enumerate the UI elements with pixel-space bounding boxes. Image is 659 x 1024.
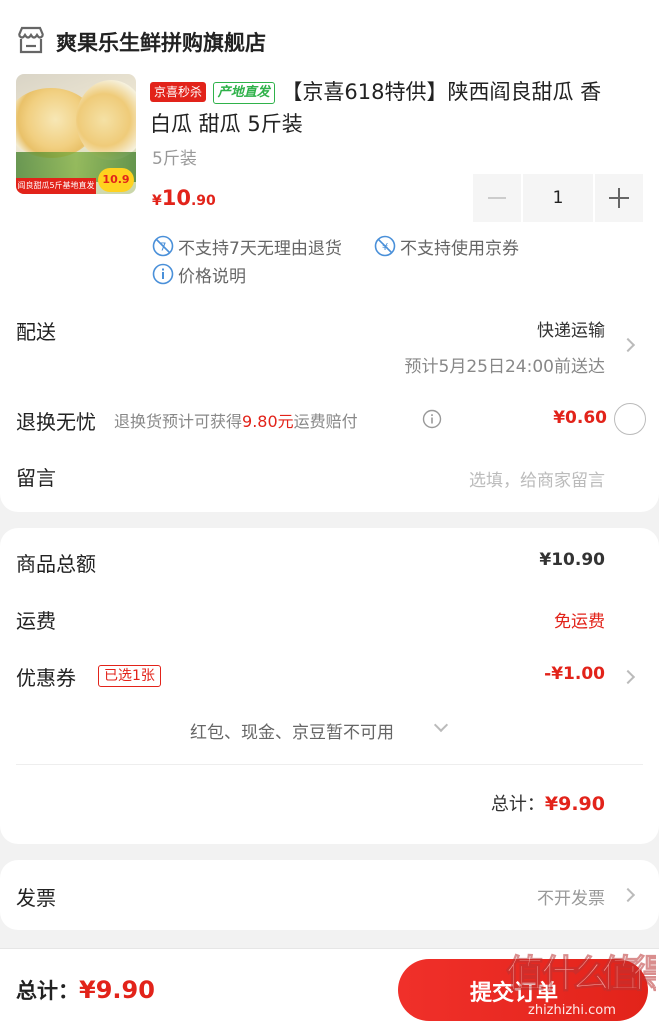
coupon-badge: 已选1张: [98, 665, 161, 687]
goods-total-value: ¥10.90: [539, 550, 605, 570]
product-title-line-1: 京喜秒杀 产地直发 【京喜618特供】陕西阎良甜瓜 香: [150, 76, 645, 108]
insurance-desc-prefix: 退换货预计可获得: [114, 412, 243, 431]
minus-icon: [488, 197, 506, 199]
insurance-label: 退换无忧: [16, 410, 96, 434]
price-decimal: .90: [190, 193, 216, 209]
goods-total-row: 商品总额 ¥10.90: [0, 548, 659, 578]
order-card: 爽果乐生鲜拼购旗舰店 阎良甜瓜5斤基地直发 10.9 京喜秒杀 产地直发 【京喜…: [0, 0, 659, 512]
price-integer: 10: [161, 186, 191, 210]
product-thumbnail[interactable]: 阎良甜瓜5斤基地直发 10.9: [16, 74, 136, 194]
no-return-text: 不支持7天无理由退货: [178, 239, 342, 259]
divider: [16, 764, 643, 765]
no-return-icon: 7: [152, 235, 174, 257]
summary-total-value: ¥9.90: [544, 793, 605, 815]
chevron-right-icon: [620, 887, 636, 903]
price-symbol: ¥: [152, 193, 162, 209]
freight-label: 运费: [16, 609, 56, 633]
delivery-eta: 预计5月25日24:00前送达: [404, 357, 605, 377]
insurance-checkbox[interactable]: [614, 403, 646, 435]
message-row[interactable]: 留言 选填，给商家留言: [0, 452, 659, 500]
product-title-text-1: 【京喜618特供】陕西阎良甜瓜 香: [281, 80, 602, 104]
insurance-desc-amount: 9.80元: [242, 412, 294, 431]
thumb-caption: 阎良甜瓜5斤基地直发: [16, 178, 96, 194]
decrease-button[interactable]: [473, 174, 521, 222]
invoice-label: 发票: [16, 886, 56, 910]
coupon-row[interactable]: 优惠券 已选1张 -¥1.00: [0, 662, 659, 692]
quantity-field[interactable]: 1: [523, 174, 593, 222]
insurance-desc-suffix: 运费赔付: [293, 412, 358, 431]
footer-total-label: 总计：: [16, 979, 79, 1003]
unavailable-toggle[interactable]: 红包、现金、京豆暂不可用: [190, 717, 460, 746]
goods-total-label: 商品总额: [16, 552, 96, 576]
freight-row: 运费 免运费: [0, 605, 659, 635]
product-spec: 5斤装: [152, 149, 197, 169]
invoice-card[interactable]: 发票 不开发票: [0, 860, 659, 930]
chevron-down-icon: [433, 717, 449, 733]
product-title-text-2: 白瓜 甜瓜 5斤装: [150, 112, 303, 136]
thumb-price-badge: 10.9: [98, 168, 134, 192]
insurance-row[interactable]: 退换无忧 退换货预计可获得9.80元运费赔付 ¥0.60: [0, 400, 659, 440]
product-title[interactable]: 京喜秒杀 产地直发 【京喜618特供】陕西阎良甜瓜 香 白瓜 甜瓜 5斤装: [150, 76, 645, 140]
price-explain-text: 价格说明: [178, 267, 246, 287]
origin-tag: 产地直发: [212, 82, 275, 104]
chevron-right-icon: [620, 337, 636, 353]
chevron-right-icon: [620, 669, 636, 685]
footer-total: 总计：¥9.90: [16, 975, 155, 1005]
melon-slice-image-2: [76, 80, 136, 160]
store-icon: [17, 26, 45, 54]
insurance-price: ¥0.60: [553, 408, 607, 428]
coupon-label: 优惠券: [16, 666, 76, 690]
insurance-desc: 退换货预计可获得9.80元运费赔付: [114, 408, 358, 432]
summary-card: 商品总额 ¥10.90 运费 免运费 优惠券 已选1张 -¥1.00 红包、现金…: [0, 528, 659, 844]
freight-value: 免运费: [554, 612, 605, 632]
footer-total-value: ¥9.90: [79, 976, 155, 1004]
watermark-url: zhizhizhi.com: [528, 1003, 616, 1018]
summary-total-label: 总计：: [490, 794, 545, 815]
store-name: 爽果乐生鲜拼购旗舰店: [56, 31, 266, 55]
summary-total: 总计：¥9.90: [491, 790, 605, 816]
watermark-logo: 值 什么值得买: [506, 943, 656, 999]
plus-icon-vertical: [618, 188, 620, 208]
seckill-tag: 京喜秒杀: [150, 82, 207, 102]
invoice-value: 不开发票: [537, 889, 605, 909]
increase-button[interactable]: [595, 174, 643, 222]
no-coupon-text: 不支持使用京券: [400, 239, 519, 259]
message-input[interactable]: 选填，给商家留言: [469, 466, 605, 491]
unavailable-text: 红包、现金、京豆暂不可用: [190, 723, 394, 743]
watermark-text: 值 什么值得买: [506, 952, 656, 997]
product-price: ¥10.90: [152, 186, 216, 210]
insurance-info-icon[interactable]: [422, 409, 442, 429]
coupon-value: -¥1.00: [544, 664, 605, 684]
store-header[interactable]: 爽果乐生鲜拼购旗舰店: [16, 24, 616, 58]
delivery-row[interactable]: 配送 快递运输 预计5月25日24:00前送达: [0, 300, 659, 386]
info-icon: [152, 263, 174, 285]
delivery-method: 快递运输: [537, 321, 605, 341]
delivery-label: 配送: [16, 320, 56, 344]
quantity-stepper: 1: [473, 174, 643, 222]
message-label: 留言: [16, 466, 56, 490]
no-coupon-icon: ¥: [374, 235, 396, 257]
bottom-bar: 总计：¥9.90 提交订单 值 什么值得买 zhizhizhi.com: [0, 948, 659, 1024]
